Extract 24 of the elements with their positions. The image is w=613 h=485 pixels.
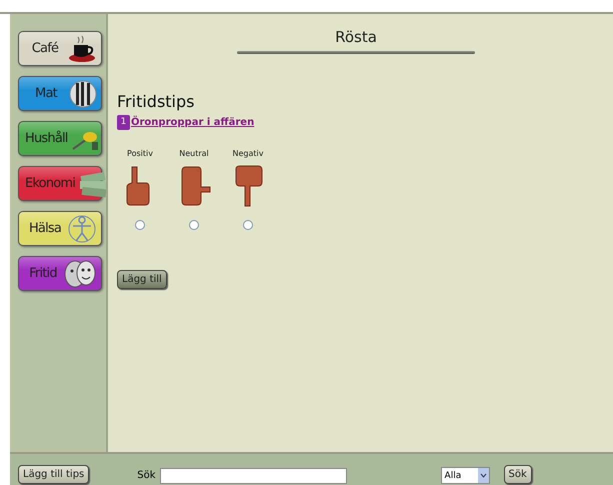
vote-label: Positiv <box>127 149 153 158</box>
search-button[interactable]: Sök <box>504 465 532 484</box>
section-heading: Fritidstips <box>117 92 196 111</box>
coffee-cup-icon <box>67 34 97 62</box>
theater-masks-icon <box>63 258 97 288</box>
category-button[interactable]: Hälsa <box>18 211 102 246</box>
add-button[interactable]: Lägg till <box>117 270 167 289</box>
vote-radio[interactable] <box>189 220 199 230</box>
add-tip-button[interactable]: Lägg till tips <box>18 465 90 484</box>
number-badge: 1 <box>117 115 130 130</box>
vote-label: Negativ <box>232 149 264 158</box>
human-figure-icon <box>67 214 97 244</box>
filter-dropdown[interactable]: Alla <box>440 467 490 484</box>
page-title: Rösta <box>335 28 377 46</box>
tip-link[interactable]: Öronproppar i affären <box>131 117 254 128</box>
money-stack-icon <box>77 170 110 198</box>
vote-radio[interactable] <box>243 220 253 230</box>
search-label: Sök <box>137 470 156 483</box>
category-button[interactable]: Café <box>18 31 102 66</box>
vote-label: Neutral <box>179 149 209 158</box>
search-field[interactable] <box>160 468 347 484</box>
vote-radio[interactable] <box>135 220 145 230</box>
category-button[interactable]: Mat <box>18 76 102 111</box>
category-button[interactable]: Hushåll <box>18 121 102 156</box>
